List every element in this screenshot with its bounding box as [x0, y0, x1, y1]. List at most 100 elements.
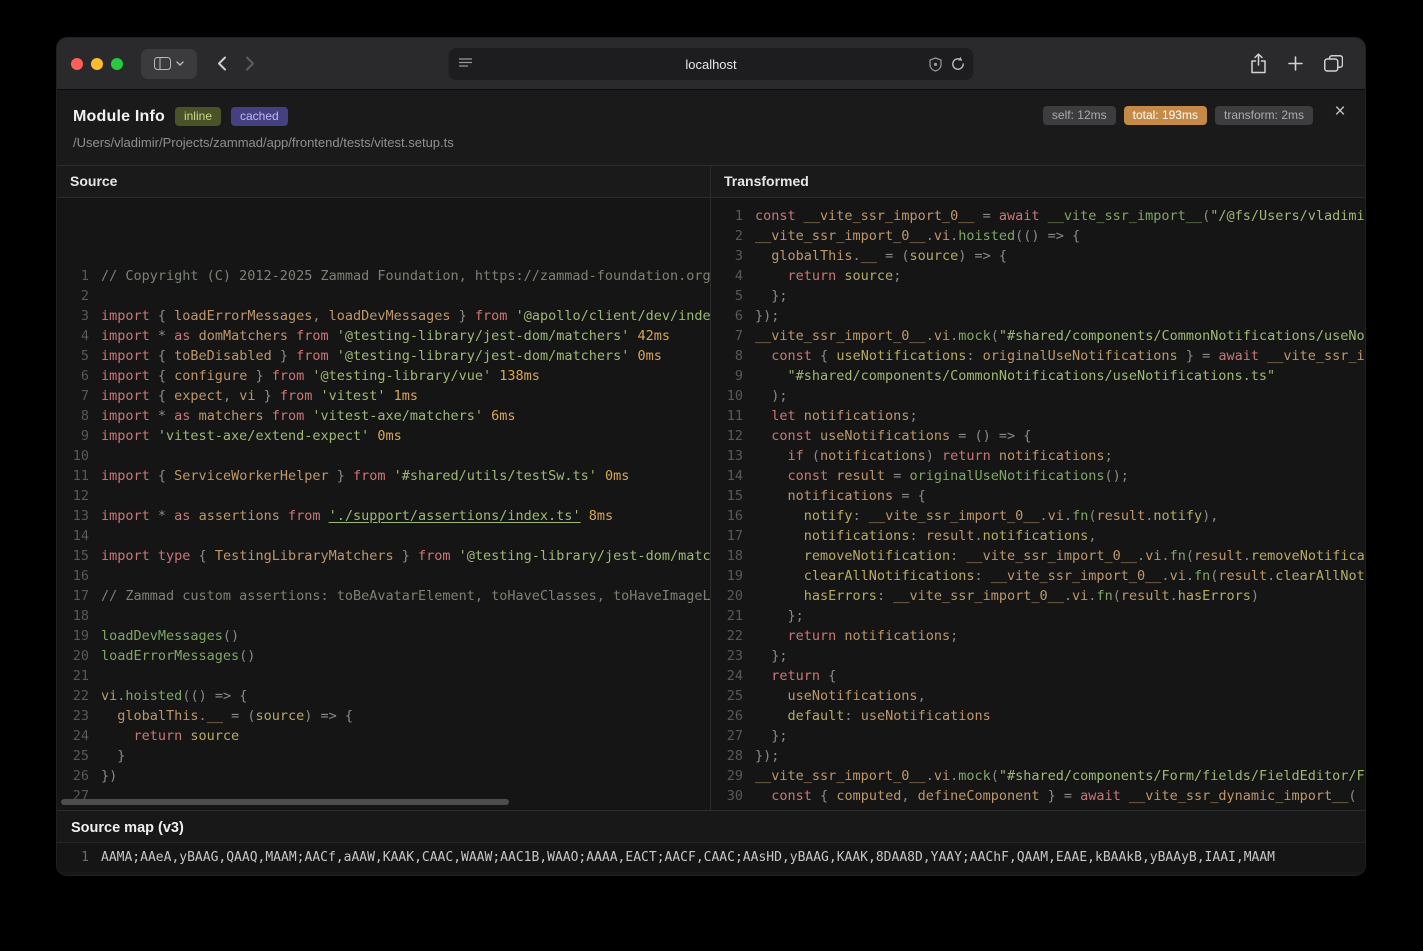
code-token: .: [1137, 548, 1146, 564]
code-token: (() => {: [182, 688, 248, 704]
address-bar[interactable]: localhost: [448, 48, 974, 80]
code-token: = (: [222, 708, 256, 724]
code-token: from: [418, 548, 459, 564]
code-token: // Zammad custom assertions: toBeAvatarE…: [101, 588, 710, 604]
code-token: ;: [909, 408, 918, 424]
forward-button[interactable]: [245, 56, 255, 71]
code-token: }: [271, 348, 297, 364]
code-line-content: // Copyright (C) 2012-2025 Zammad Founda…: [89, 266, 710, 286]
code-line-content: loadErrorMessages(): [89, 646, 255, 666]
module-link[interactable]: './support/assertions/index.ts': [329, 508, 581, 524]
code-line: 12 const useNotifications = () => {: [711, 426, 1365, 446]
sourcemap-line[interactable]: 1 AAMA;AAeA,yBAAG,QAAQ,MAAM;AACf,aAAW,KA…: [57, 842, 1365, 872]
code-token: notifications: [803, 408, 910, 424]
code-line-content: };: [743, 726, 788, 746]
zoom-window-button[interactable]: [111, 57, 123, 70]
code-line: 16 notify: __vite_ssr_import_0__.vi.fn(r…: [711, 506, 1365, 526]
back-button[interactable]: [217, 56, 227, 71]
code-token: :: [974, 568, 991, 584]
code-line: 22 return notifications;: [711, 626, 1365, 646]
code-token: };: [755, 728, 788, 744]
code-token: from: [271, 408, 313, 424]
code-token: return: [771, 668, 821, 684]
code-token: =: [974, 208, 999, 224]
reload-icon[interactable]: [951, 56, 966, 72]
close-window-button[interactable]: [71, 57, 83, 70]
code-token: (() => {: [1015, 228, 1081, 244]
code-token: :: [909, 528, 926, 544]
code-token: globalThis: [117, 708, 199, 724]
code-token: mock: [958, 328, 991, 344]
source-horizontal-scrollbar[interactable]: [61, 799, 509, 805]
line-number: 13: [72, 508, 89, 524]
sourcemap-title: Source map (v3): [71, 820, 184, 836]
reader-icon[interactable]: [458, 57, 473, 70]
code-token: {: [157, 388, 175, 404]
code-token: useNotifications: [860, 708, 991, 724]
code-token: }: [101, 748, 126, 764]
close-icon[interactable]: ×: [1329, 101, 1351, 123]
code-line-content: });: [743, 746, 779, 766]
transformed-code[interactable]: 1 const __vite_ssr_import_0__ = await __v…: [711, 198, 1365, 810]
line-number: 4: [734, 268, 743, 284]
code-token: fn: [1193, 568, 1211, 584]
line-number: 4: [80, 328, 89, 344]
code-token: hasErrors: [1177, 588, 1251, 604]
share-icon[interactable]: [1250, 53, 1267, 74]
line-number: 30: [726, 788, 743, 804]
code-token: });: [755, 748, 780, 764]
code-token: vi: [1169, 568, 1186, 584]
code-line: 6});: [711, 306, 1365, 326]
code-token: __vite_ssr_import_0__: [893, 588, 1064, 604]
code-line: 4 return source;: [711, 266, 1365, 286]
code-token: vi: [933, 768, 951, 784]
sidebar-toggle-button[interactable]: [141, 48, 197, 79]
code-line: 5 import { toBeDisabled } from '@testing-…: [57, 346, 710, 366]
line-number: 19: [726, 568, 743, 584]
code-line-content: default: useNotifications: [743, 706, 991, 726]
code-token: =: [885, 468, 910, 484]
code-token: expect: [174, 388, 223, 404]
code-token: __: [206, 708, 223, 724]
code-line: 7 import { expect, vi } from 'vitest' 1ms: [57, 386, 710, 406]
new-tab-icon[interactable]: [1288, 56, 1303, 71]
code-token: loadErrorMessages: [174, 308, 313, 324]
source-code[interactable]: 1 // Copyright (C) 2012-2025 Zammad Found…: [57, 198, 710, 810]
line-number: 25: [726, 688, 743, 704]
code-line-content: }: [89, 746, 125, 766]
sourcemap-mappings: AAMA;AAeA,yBAAG,QAAQ,MAAM;AACf,aAAW,KAAK…: [101, 850, 1275, 865]
privacy-shield-icon[interactable]: [929, 56, 943, 72]
code-token: .: [950, 768, 959, 784]
code-token: removeNotification: [803, 548, 951, 564]
code-line: 25 }: [57, 746, 710, 766]
line-number: 15: [72, 548, 89, 564]
code-token: {: [198, 548, 215, 564]
code-line: 19 clearAllNotifications: __vite_ssr_imp…: [711, 566, 1365, 586]
code-token: .: [852, 248, 861, 264]
tab-overview-icon[interactable]: [1324, 55, 1343, 72]
line-number: 10: [726, 388, 743, 404]
chevron-down-icon: [176, 61, 184, 66]
code-token: };: [755, 648, 788, 664]
code-token: :: [852, 508, 869, 524]
line-number: 11: [726, 408, 743, 424]
code-token: await: [1218, 348, 1268, 364]
code-token: 'vitest-axe/matchers': [312, 408, 484, 424]
code-token: source: [255, 708, 305, 724]
line-number: 28: [726, 748, 743, 764]
code-token: (: [990, 768, 999, 784]
code-token: __vite_ssr_import_0__: [755, 328, 926, 344]
line-number: 16: [72, 568, 89, 584]
code-line-content: import * as assertions from './support/a…: [89, 506, 613, 526]
code-line: 14 const result = originalUseNotificatio…: [711, 466, 1365, 486]
minimize-window-button[interactable]: [91, 57, 103, 70]
line-number: 2: [80, 288, 89, 304]
code-token: }: [328, 468, 353, 484]
line-number: 20: [726, 588, 743, 604]
